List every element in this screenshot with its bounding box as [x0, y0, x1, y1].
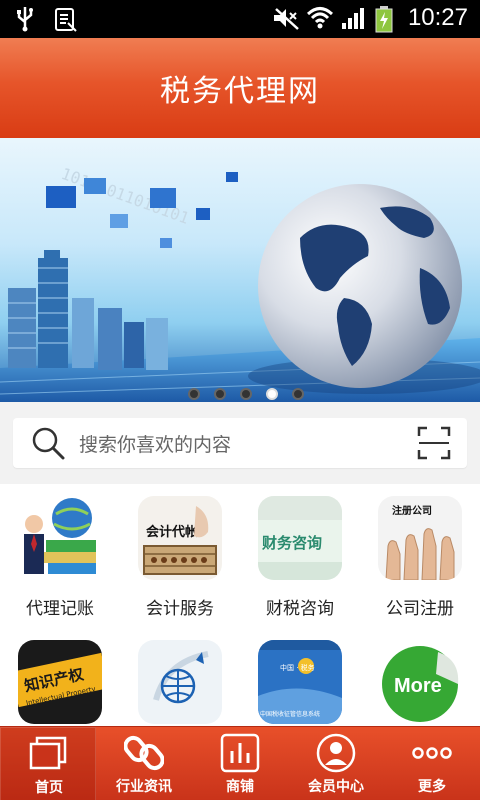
tile-text: 注册公司: [392, 504, 432, 517]
nav-home[interactable]: 首页: [0, 727, 96, 800]
banner-image: 10101011010101: [0, 164, 480, 402]
nav-member-center[interactable]: 会员中心: [288, 727, 384, 800]
status-bar: 10:27: [0, 0, 480, 38]
globe-rocket-icon: [138, 640, 222, 724]
nav-label: 会员中心: [308, 779, 364, 795]
signal-icon: [340, 5, 364, 31]
category-item-accounting[interactable]: 会计代帐 会计服务: [120, 496, 240, 619]
battery-icon: [374, 5, 398, 33]
category-item-tax-consulting[interactable]: 财务咨询 财税咨询: [240, 496, 360, 619]
nav-industry-news[interactable]: 行业资讯: [96, 727, 192, 800]
usb-icon: [14, 6, 38, 32]
app-header: 税务代理网: [0, 38, 480, 138]
category-item-more[interactable]: More: [360, 640, 480, 724]
books-businessman-icon: [18, 496, 102, 580]
nav-more[interactable]: 更多: [384, 727, 480, 800]
category-item-intellectual-property[interactable]: 知识产权 Intellectual Property: [0, 640, 120, 724]
search-input[interactable]: 搜索你喜欢的内容: [79, 430, 231, 457]
tile-text: 中国 · 税务: [280, 663, 315, 672]
nav-label: 首页: [35, 780, 63, 796]
store-icon: [220, 733, 260, 777]
carousel-dot[interactable]: [292, 388, 304, 400]
sim-icon: [54, 6, 78, 32]
tile-text: More: [394, 675, 442, 697]
category-item-bookkeeping[interactable]: 代理记账: [0, 496, 120, 619]
category-grid: 代理记账 会计代帐 会计服务 财务咨询 财税咨询 注册公司 公司注册 知识产权 …: [0, 484, 480, 726]
member-icon: [316, 733, 356, 777]
category-label: 会计服务: [146, 599, 214, 619]
scan-icon[interactable]: [417, 426, 451, 464]
link-icon: [123, 733, 165, 777]
nav-label: 更多: [418, 779, 446, 795]
category-item-globe[interactable]: [120, 640, 240, 724]
intellectual-property-icon: 知识产权 Intellectual Property: [18, 640, 102, 724]
mute-icon: [272, 5, 299, 31]
carousel-dot[interactable]: [240, 388, 252, 400]
category-label: 财税咨询: [266, 599, 334, 619]
category-item-tax-system[interactable]: 中国 · 税务 中国税收征管信息系统: [240, 640, 360, 724]
nav-label: 商铺: [226, 779, 254, 795]
abacus-icon: 会计代帐: [138, 496, 222, 580]
finance-consult-icon: 财务咨询: [258, 496, 342, 580]
status-time: 10:27: [407, 4, 468, 31]
carousel-indicator: [188, 388, 304, 400]
tile-subtext: 中国税收征管信息系统: [260, 710, 320, 718]
tile-text: 会计代帐: [146, 524, 198, 540]
search-bar[interactable]: 搜索你喜欢的内容: [13, 418, 467, 468]
category-label: 代理记账: [26, 599, 94, 619]
category-item-company-registration[interactable]: 注册公司 公司注册: [360, 496, 480, 619]
tile-text: 财务咨询: [262, 534, 322, 552]
carousel-dot[interactable]: [214, 388, 226, 400]
wifi-icon: [306, 5, 333, 31]
banner-carousel[interactable]: 10101011010101: [0, 138, 480, 402]
thumbs-up-icon: 注册公司: [378, 496, 462, 580]
home-icon: [29, 734, 69, 778]
more-sticker-icon: More: [378, 640, 462, 724]
carousel-dot[interactable]: [188, 388, 200, 400]
category-label: 公司注册: [386, 599, 454, 619]
more-icon: [412, 733, 452, 777]
page-title: 税务代理网: [160, 74, 320, 109]
nav-store[interactable]: 商铺: [192, 727, 288, 800]
tax-system-icon: 中国 · 税务 中国税收征管信息系统: [258, 640, 342, 724]
search-icon[interactable]: [31, 426, 65, 464]
nav-label: 行业资讯: [116, 779, 172, 795]
carousel-dot-active[interactable]: [266, 388, 278, 400]
bottom-nav: 首页 行业资讯 商铺 会员中心 更多: [0, 726, 480, 800]
